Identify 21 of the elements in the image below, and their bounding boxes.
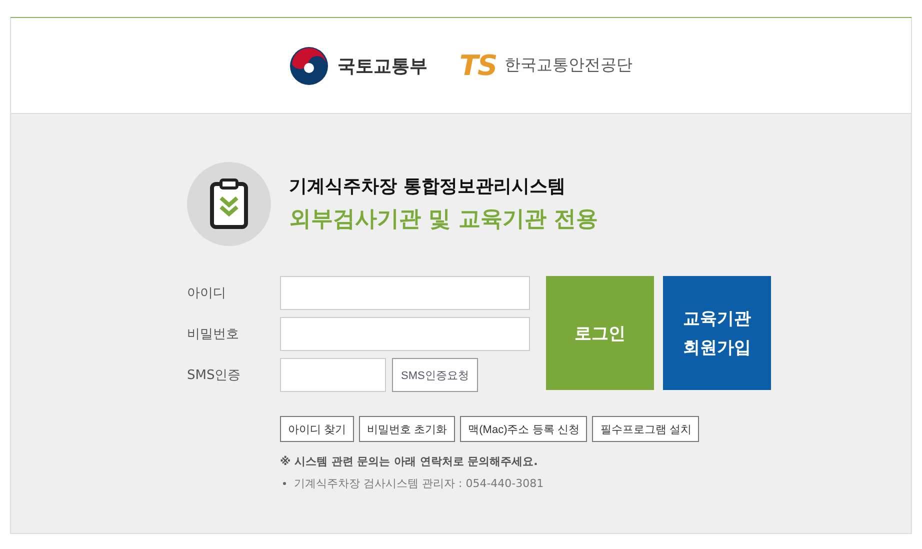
contact-text: 기계식주차장 검사시스템 관리자 : 054-440-3081	[294, 476, 544, 491]
ministry-name: 국토교통부	[337, 54, 428, 78]
bullet-icon	[283, 482, 286, 485]
password-field[interactable]	[280, 317, 530, 351]
emblem-icon	[289, 46, 330, 86]
agency-name: 한국교통안전공단	[504, 55, 633, 76]
signup-button[interactable]: 교육기관 회원가입	[663, 276, 771, 390]
notice-text: ※ 시스템 관련 문의는 아래 연락처로 문의해주세요.	[280, 454, 539, 469]
field-label: SMS인증	[187, 367, 242, 384]
link-button[interactable]: 필수프로그램 설치	[592, 416, 700, 442]
link-button[interactable]: 맥(Mac)주소 등록 신청	[460, 416, 588, 442]
sms-code-field[interactable]	[280, 358, 386, 392]
system-subtitle: 외부검사기관 및 교육기관 전용	[289, 206, 598, 234]
link-button[interactable]: 아이디 찾기	[280, 416, 354, 442]
sms-request-button[interactable]: SMS인증요청	[392, 358, 478, 392]
link-button[interactable]: 비밀번호 초기화	[359, 416, 456, 442]
field-label: 아이디	[187, 285, 227, 302]
agency-logo: TS	[459, 49, 497, 82]
field-label: 비밀번호	[187, 326, 240, 343]
system-name: 기계식주차장 통합정보관리시스템	[289, 175, 566, 198]
id-field[interactable]	[280, 276, 530, 310]
